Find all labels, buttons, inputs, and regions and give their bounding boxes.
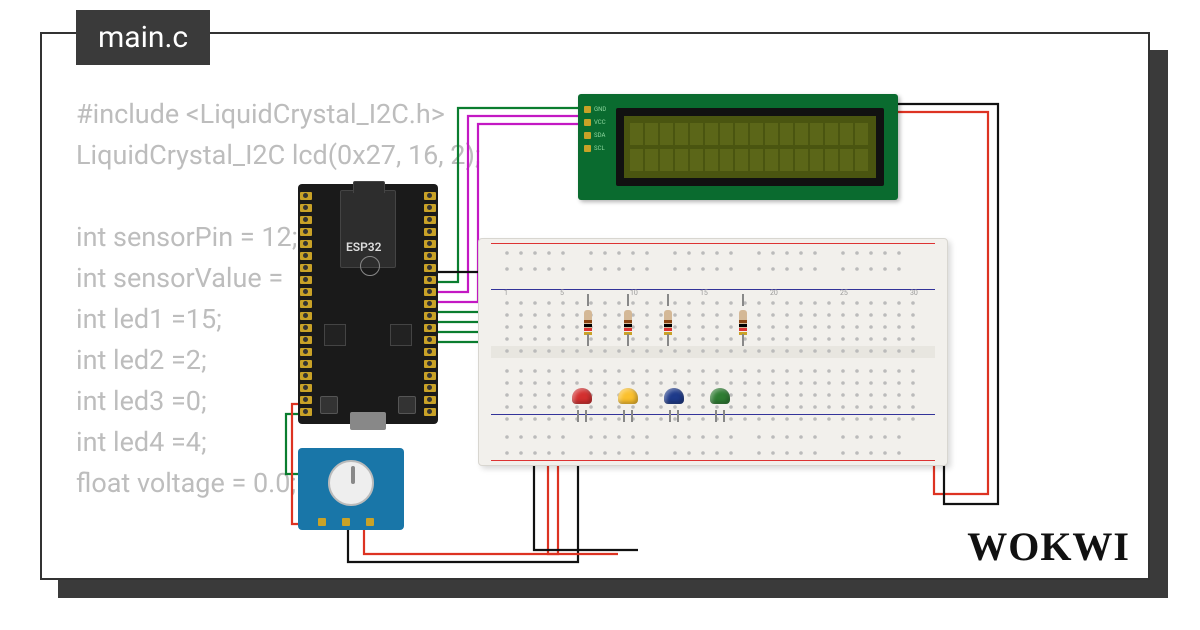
esp-pin[interactable] bbox=[300, 216, 312, 224]
esp-pin[interactable] bbox=[424, 336, 436, 344]
esp-pin[interactable] bbox=[424, 300, 436, 308]
resistor[interactable] bbox=[664, 302, 672, 338]
esp-pin[interactable] bbox=[424, 288, 436, 296]
pot-knob[interactable] bbox=[328, 460, 374, 506]
lcd-pin-header: GND VCC SDA SCL bbox=[584, 106, 606, 152]
esp-pin[interactable] bbox=[300, 408, 312, 416]
esp-pin[interactable] bbox=[300, 264, 312, 272]
resistor[interactable] bbox=[624, 302, 632, 338]
resistor[interactable] bbox=[739, 302, 747, 338]
esp-pin[interactable] bbox=[300, 252, 312, 260]
lcd-pin[interactable]: SCL bbox=[584, 145, 606, 152]
esp-usb-port bbox=[350, 412, 386, 430]
bb-col-label: 30 bbox=[910, 289, 918, 297]
esp-button-boot[interactable] bbox=[398, 396, 416, 414]
file-tab[interactable]: main.c bbox=[76, 10, 210, 65]
led-blue[interactable] bbox=[664, 388, 684, 412]
bb-col-label: 20 bbox=[770, 289, 778, 297]
bb-col-label: 1 bbox=[504, 289, 508, 297]
esp-pin[interactable] bbox=[424, 216, 436, 224]
bb-col-label: 10 bbox=[630, 289, 638, 297]
resistor[interactable] bbox=[584, 302, 592, 338]
potentiometer-module[interactable] bbox=[298, 448, 404, 530]
esp-label: ESP32 bbox=[346, 240, 382, 254]
esp-pin[interactable] bbox=[300, 240, 312, 248]
esp-pin[interactable] bbox=[300, 324, 312, 332]
esp-pin[interactable] bbox=[300, 336, 312, 344]
esp-pin[interactable] bbox=[300, 372, 312, 380]
esp-pin[interactable] bbox=[300, 300, 312, 308]
esp-pin[interactable] bbox=[424, 312, 436, 320]
lcd-pin[interactable]: SDA bbox=[584, 132, 606, 139]
pot-pin[interactable] bbox=[342, 518, 350, 526]
lcd-pin[interactable]: GND bbox=[584, 106, 606, 113]
breadboard[interactable]: 151015202530 bbox=[478, 238, 948, 466]
esp-pin[interactable] bbox=[424, 360, 436, 368]
esp-pin[interactable] bbox=[424, 384, 436, 392]
espressif-logo-icon bbox=[360, 256, 380, 276]
esp-pin[interactable] bbox=[300, 396, 312, 404]
esp-pin[interactable] bbox=[300, 204, 312, 212]
esp-pin[interactable] bbox=[300, 192, 312, 200]
wokwi-logo: WOKWI bbox=[967, 523, 1130, 570]
esp-pin[interactable] bbox=[424, 372, 436, 380]
esp-pin[interactable] bbox=[424, 348, 436, 356]
pot-pins bbox=[318, 518, 374, 526]
esp-pin[interactable] bbox=[424, 396, 436, 404]
bb-col-label: 25 bbox=[840, 289, 848, 297]
esp-pin[interactable] bbox=[424, 240, 436, 248]
lcd-screen bbox=[616, 108, 884, 186]
esp-pin[interactable] bbox=[300, 360, 312, 368]
esp-ic bbox=[390, 324, 412, 346]
esp-pin[interactable] bbox=[300, 276, 312, 284]
lcd-pin[interactable]: VCC bbox=[584, 119, 606, 126]
esp-pin[interactable] bbox=[424, 204, 436, 212]
esp-pin[interactable] bbox=[300, 288, 312, 296]
esp-pin[interactable] bbox=[424, 408, 436, 416]
pot-pin[interactable] bbox=[366, 518, 374, 526]
esp-button-en[interactable] bbox=[320, 396, 338, 414]
esp-pins-right bbox=[424, 192, 436, 416]
pot-pin[interactable] bbox=[318, 518, 326, 526]
esp-pin[interactable] bbox=[300, 348, 312, 356]
bb-col-label: 15 bbox=[700, 289, 708, 297]
led-yellow[interactable] bbox=[618, 388, 638, 412]
esp-pin[interactable] bbox=[300, 384, 312, 392]
esp-pins-left bbox=[300, 192, 312, 416]
esp32-devkit[interactable]: ESP32 bbox=[298, 184, 438, 424]
esp-pin[interactable] bbox=[424, 252, 436, 260]
circuit-diagram[interactable]: GNDVCCSDASCL ESP32 151015202530 bbox=[298, 94, 1118, 524]
esp-pin[interactable] bbox=[424, 264, 436, 272]
esp-pin[interactable] bbox=[424, 324, 436, 332]
esp-pin[interactable] bbox=[424, 192, 436, 200]
lcd-1602-i2c[interactable]: GND VCC SDA SCL bbox=[578, 94, 898, 200]
esp-pin[interactable] bbox=[424, 228, 436, 236]
bb-col-label: 5 bbox=[560, 289, 564, 297]
bb-holes bbox=[479, 239, 947, 465]
led-green[interactable] bbox=[710, 388, 730, 412]
esp-pin[interactable] bbox=[424, 276, 436, 284]
esp-pin[interactable] bbox=[300, 312, 312, 320]
led-red[interactable] bbox=[572, 388, 592, 412]
esp-ic bbox=[324, 324, 346, 346]
esp-pin[interactable] bbox=[300, 228, 312, 236]
